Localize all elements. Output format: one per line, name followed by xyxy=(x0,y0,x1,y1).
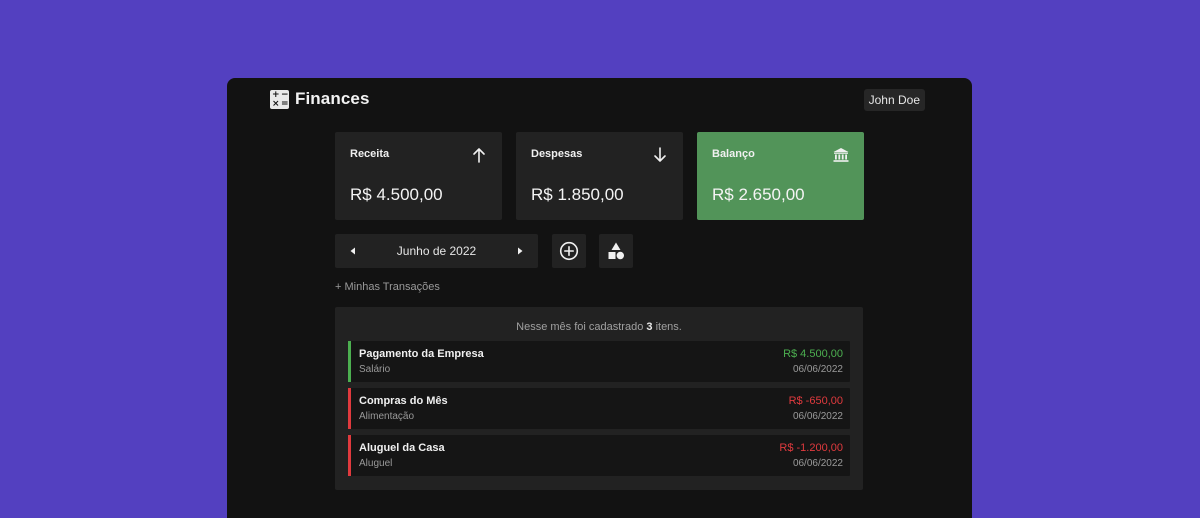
my-transactions-link[interactable]: + Minhas Transações xyxy=(335,281,440,293)
calculator-icon: + − × = xyxy=(270,89,289,109)
balance-card: Balanço R$ 2.650,00 xyxy=(697,132,864,220)
transaction-title: Compras do Mês xyxy=(359,395,448,407)
balance-card-label: Balanço xyxy=(712,148,755,160)
income-card-value: R$ 4.500,00 xyxy=(350,185,443,204)
transactions-summary: Nesse mês foi cadastrado 3 itens. xyxy=(335,321,863,333)
balance-card-value: R$ 2.650,00 xyxy=(712,185,805,204)
shapes-icon xyxy=(608,242,624,260)
summary-prefix: Nesse mês foi cadastrado xyxy=(516,321,644,333)
transaction-row[interactable]: Compras do Mês Alimentação R$ -650,00 06… xyxy=(348,388,850,429)
plus-circle-icon xyxy=(559,241,579,261)
arrow-down-icon xyxy=(654,147,666,162)
caret-right-icon[interactable] xyxy=(515,246,525,256)
transactions-panel: Nesse mês foi cadastrado 3 itens. Pagame… xyxy=(335,307,863,490)
app-header: + − × = Finances John Doe xyxy=(227,78,972,120)
summary-suffix: itens. xyxy=(655,321,682,333)
categories-button[interactable] xyxy=(599,234,633,268)
add-transaction-button[interactable] xyxy=(552,234,586,268)
transaction-category: Salário xyxy=(359,364,391,375)
transaction-date: 06/06/2022 xyxy=(792,364,843,375)
transaction-amount: R$ -650,00 xyxy=(788,395,843,407)
transaction-title: Pagamento da Empresa xyxy=(359,348,484,360)
arrow-up-icon xyxy=(473,148,485,163)
income-card-label: Receita xyxy=(350,148,390,160)
current-month: Junho de 2022 xyxy=(396,244,477,258)
month-selector: Junho de 2022 xyxy=(335,234,538,268)
transaction-category: Alimentação xyxy=(359,411,415,422)
transaction-date: 06/06/2022 xyxy=(792,458,843,469)
transaction-title: Aluguel da Casa xyxy=(359,442,445,454)
expense-card-value: R$ 1.850,00 xyxy=(531,185,624,204)
transaction-category: Aluguel xyxy=(359,458,393,469)
income-card: Receita R$ 4.500,00 xyxy=(335,132,502,220)
expense-card-label: Despesas xyxy=(531,148,583,160)
income-indicator xyxy=(348,341,351,382)
app-title: Finances xyxy=(295,89,370,108)
expense-indicator xyxy=(348,388,351,429)
brand: + − × = Finances xyxy=(270,89,370,109)
expense-indicator xyxy=(348,435,351,476)
transaction-amount: R$ -1.200,00 xyxy=(779,442,843,454)
transaction-date: 06/06/2022 xyxy=(792,411,843,422)
bank-icon xyxy=(833,148,849,162)
summary-count: 3 xyxy=(646,321,653,333)
transaction-amount: R$ 4.500,00 xyxy=(783,348,843,360)
app-window: + − × = Finances John Doe Receita R$ 4.5… xyxy=(227,78,972,518)
transaction-row[interactable]: Aluguel da Casa Aluguel R$ -1.200,00 06/… xyxy=(348,435,850,476)
transaction-row[interactable]: Pagamento da Empresa Salário R$ 4.500,00… xyxy=(348,341,850,382)
expense-card: Despesas R$ 1.850,00 xyxy=(516,132,683,220)
user-menu[interactable]: John Doe xyxy=(863,89,925,111)
